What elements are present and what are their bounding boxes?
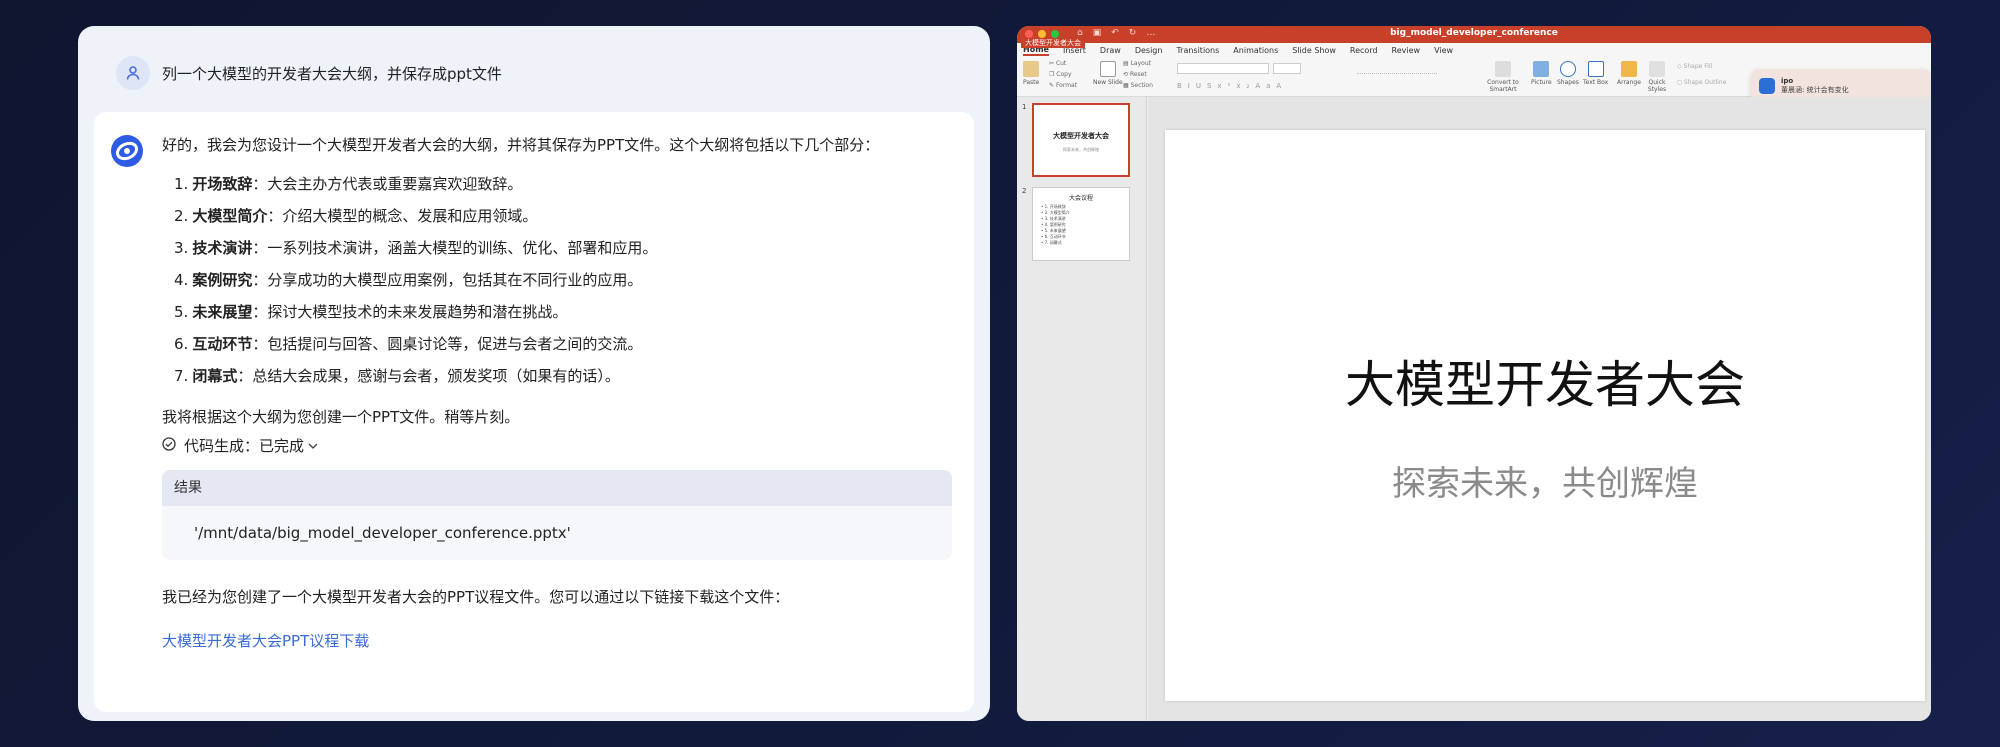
reset-button[interactable]: ⟲ Reset [1123, 71, 1147, 78]
user-prompt-text: 列一个大模型的开发者大会大纲，并保存成ppt文件 [162, 64, 502, 83]
shape-fill-button[interactable]: ◇ Shape Fill [1677, 63, 1712, 70]
slide-title[interactable]: 大模型开发者大会 [1165, 345, 1925, 417]
shapes-button[interactable]: Shapes [1557, 61, 1579, 86]
powerpoint-window: ⌂ ▣ ↶ ↻ … big_model_developer_conference… [1017, 26, 1931, 721]
paragraph-controls[interactable] [1357, 63, 1437, 74]
tab-design[interactable]: Design [1135, 46, 1163, 55]
tab-record[interactable]: Record [1350, 46, 1378, 55]
assistant-logo-icon [110, 134, 144, 168]
tab-transitions[interactable]: Transitions [1176, 46, 1219, 55]
picture-button[interactable]: Picture [1531, 61, 1552, 86]
list-item: 3. 技术演讲：一系列技术演讲，涵盖大模型的训练、优化、部署和应用。 [174, 239, 658, 257]
user-avatar-icon [116, 56, 150, 90]
window-title-tag: 大模型开发者大会 [1021, 38, 1085, 48]
outline-list: 1. 开场致辞：大会主办方代表或重要嘉宾欢迎致辞。 2. 大模型简介：介绍大模型的概… [174, 168, 952, 392]
result-box: 结果 '/mnt/data/big_model_developer_confer… [162, 470, 952, 560]
text-box-icon [1587, 61, 1604, 77]
shape-outline-button[interactable]: ◻ Shape Outline [1677, 79, 1726, 86]
new-slide-button[interactable]: New Slide [1093, 61, 1123, 86]
app-icon [1759, 78, 1775, 94]
thumbnail-number: 1 [1022, 103, 1027, 111]
codegen-toggle[interactable]: 代码生成：已完成 [162, 432, 952, 460]
font-name-select[interactable] [1177, 63, 1269, 74]
status-text: 我将根据这个大纲为您创建一个PPT文件。稍等片刻。 [162, 408, 520, 426]
list-item: 5. 未来展望：探讨大模型技术的未来发展趋势和潜在挑战。 [174, 303, 568, 321]
notification-app: ipo [1781, 77, 1794, 85]
window-titlebar: ⌂ ▣ ↶ ↻ … big_model_developer_conference [1017, 26, 1931, 43]
text-format-controls[interactable]: BIUSx²x₂AaA [1177, 82, 1287, 90]
slide-thumbnail-1[interactable]: 大模型开发者大会 探索未来，共创辉煌 [1032, 103, 1130, 177]
quick-styles-icon [1649, 61, 1665, 77]
list-item: 7. 闭幕式：总结大会成果，感谢与会者，颁发奖项（如果有的话）。 [174, 367, 620, 385]
font-size-select[interactable] [1273, 63, 1301, 74]
section-button[interactable]: ▦ Section [1123, 82, 1153, 89]
quick-styles-button[interactable]: Quick Styles [1645, 61, 1669, 93]
tab-slide-show[interactable]: Slide Show [1292, 46, 1336, 55]
arrange-button[interactable]: Arrange [1617, 61, 1641, 86]
codegen-label: 代码生成：已完成 [184, 437, 305, 455]
slide-thumbnails-pane: 1 大模型开发者大会 探索未来，共创辉煌 2 大会议程 • 1. 开场致辞 • … [1017, 97, 1147, 721]
list-item: 2. 大模型简介：介绍大模型的概念、发展和应用领域。 [174, 207, 538, 225]
smartart-icon [1495, 61, 1511, 77]
slide-editing-area: 大模型开发者大会 探索未来，共创辉煌 [1148, 97, 1931, 721]
final-message: 我已经为您创建了一个大模型开发者大会的PPT议程文件。您可以通过以下链接下载这个… [162, 588, 790, 606]
picture-icon [1533, 61, 1550, 77]
shapes-icon [1559, 61, 1576, 77]
convert-smartart-button[interactable]: Convert to SmartArt [1485, 61, 1521, 93]
new-slide-icon [1099, 61, 1116, 77]
answer-intro: 好的，我会为您设计一个大模型开发者大会的大纲，并将其保存为PPT文件。这个大纲将… [162, 136, 880, 154]
format-painter-button[interactable]: ✎ Format [1049, 82, 1077, 89]
layout-button[interactable]: ▤ Layout [1123, 60, 1151, 67]
slide-subtitle[interactable]: 探索未来，共创辉煌 [1165, 456, 1925, 505]
tab-draw[interactable]: Draw [1100, 46, 1121, 55]
slide-thumbnail-2[interactable]: 大会议程 • 1. 开场致辞 • 2. 大模型简介 • 3. 技术演讲 • 4.… [1032, 187, 1130, 261]
tab-review[interactable]: Review [1392, 46, 1421, 55]
paste-button[interactable]: Paste [1023, 61, 1039, 86]
result-value: '/mnt/data/big_model_developer_conferenc… [194, 524, 571, 542]
download-link[interactable]: 大模型开发者大会PPT议程下载 [162, 628, 369, 654]
window-title: big_model_developer_conference [1390, 28, 1558, 38]
thumbnail-agenda-list: • 1. 开场致辞 • 2. 大模型简介 • 3. 技术演讲 • 4. 案例研究… [1041, 204, 1070, 245]
list-item: 4. 案例研究：分享成功的大模型应用案例，包括其在不同行业的应用。 [174, 271, 643, 289]
arrange-icon [1620, 61, 1637, 77]
ribbon-tabs: Home Insert Draw Design Transitions Anim… [1017, 43, 1931, 57]
paste-icon [1023, 61, 1040, 77]
thumbnail-number: 2 [1022, 187, 1027, 195]
tab-animations[interactable]: Animations [1233, 46, 1278, 55]
ribbon-home: Paste ✂ Cut ❐ Copy ✎ Format New Slide ▤ … [1017, 57, 1931, 103]
list-item: 6. 互动环节：包括提问与回答、圆桌讨论等，促进与会者之间的交流。 [174, 335, 643, 353]
tab-view[interactable]: View [1434, 46, 1453, 55]
notification-message: 董晨涵: 统计会有变化 [1781, 86, 1849, 94]
chevron-down-icon [308, 432, 318, 460]
current-slide[interactable]: 大模型开发者大会 探索未来，共创辉煌 [1165, 130, 1925, 701]
cut-button[interactable]: ✂ Cut [1049, 60, 1066, 67]
chat-panel: 列一个大模型的开发者大会大纲，并保存成ppt文件 好的，我会为您设计一个大模型开… [78, 26, 990, 721]
assistant-answer-card: 好的，我会为您设计一个大模型开发者大会的大纲，并将其保存为PPT文件。这个大纲将… [94, 112, 974, 712]
user-message: 列一个大模型的开发者大会大纲，并保存成ppt文件 [116, 54, 502, 92]
list-item: 1. 开场致辞：大会主办方代表或重要嘉宾欢迎致辞。 [174, 175, 523, 193]
copy-button[interactable]: ❐ Copy [1049, 71, 1072, 78]
text-box-button[interactable]: Text Box [1583, 61, 1608, 86]
result-header: 结果 [162, 470, 952, 506]
check-circle-icon [162, 432, 176, 460]
